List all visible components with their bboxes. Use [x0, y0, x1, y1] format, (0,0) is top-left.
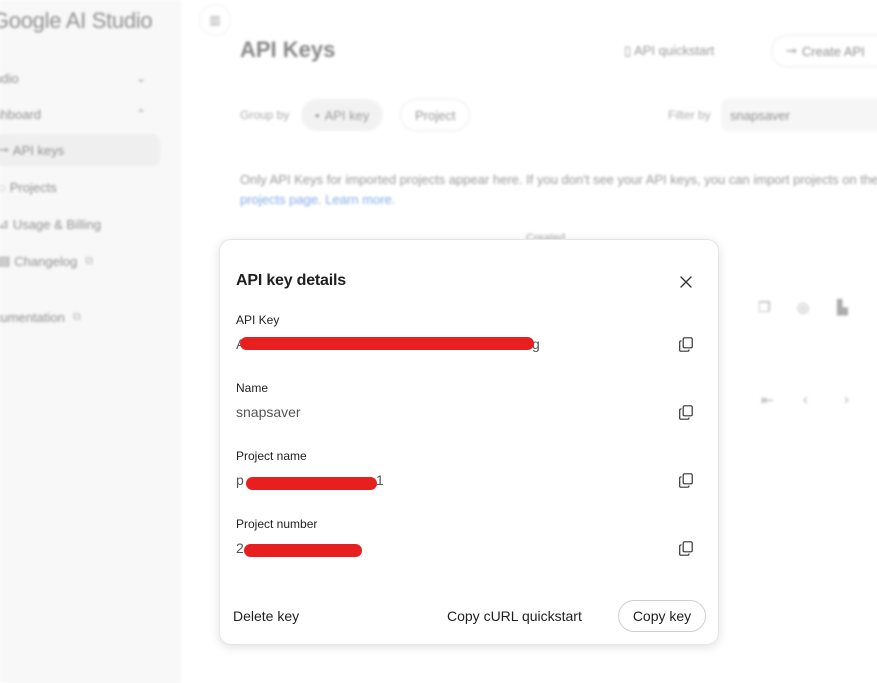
chevron-down-icon: ⌄: [135, 71, 146, 85]
close-button[interactable]: [672, 268, 700, 296]
copy-api-key-button[interactable]: [674, 332, 698, 356]
filter-input[interactable]: snapsaver: [721, 98, 877, 132]
copy-key-button[interactable]: Copy key: [618, 600, 706, 632]
api-quickstart-link[interactable]: ▯ API quickstart: [624, 43, 714, 59]
redaction-mark: [246, 477, 377, 490]
project-number-label: Project number: [236, 517, 318, 531]
group-by-label: Group by: [240, 108, 290, 122]
redaction-mark: [244, 544, 362, 557]
copy-icon: [679, 472, 693, 488]
sidebar-item-dashboard[interactable]: shboard ⌃: [0, 98, 160, 130]
projects-icon: ◌: [0, 179, 6, 195]
chart-icon: ⊿: [0, 216, 9, 231]
sidebar-item-documentation[interactable]: cumentation ⧉: [0, 301, 160, 333]
prev-page-icon[interactable]: ‹: [803, 391, 808, 408]
sidebar-item-projects[interactable]: ◌ Projects: [0, 171, 160, 203]
api-key-label: API Key: [236, 313, 280, 327]
chevron-up-icon: ⌃: [135, 107, 146, 121]
project-name-label: Project name: [236, 449, 307, 463]
first-page-icon[interactable]: ⇤: [761, 391, 774, 409]
sidebar-toggle-button[interactable]: ▥: [199, 4, 231, 36]
globe-icon[interactable]: ◎: [797, 299, 809, 316]
copy-icon: [679, 540, 693, 556]
name-value: snapsaver: [236, 404, 301, 420]
key-icon: ⊸: [0, 142, 9, 157]
project-name-value: p: [236, 472, 244, 488]
next-page-icon[interactable]: ›: [844, 391, 849, 408]
copy-project-name-button[interactable]: [674, 468, 698, 492]
sidebar-item-changelog[interactable]: ▤ Changelog ⧉: [0, 245, 160, 277]
page-title: API Keys: [240, 37, 336, 62]
copy-icon[interactable]: ❐: [758, 299, 771, 316]
close-icon: [680, 276, 692, 288]
copy-icon: [679, 404, 693, 420]
projects-page-link[interactable]: projects page.: [240, 192, 322, 207]
project-name-value-end: 1: [376, 472, 384, 488]
sidebar-item-usage-billing[interactable]: ⊿ Usage & Billing: [0, 208, 160, 240]
usage-chart-icon[interactable]: ▙: [837, 299, 848, 316]
document-icon: ▤: [0, 253, 11, 268]
document-icon: ▯: [624, 43, 632, 58]
project-number-value: 2: [236, 540, 244, 556]
sidebar-item-studio[interactable]: udio ⌄: [0, 62, 160, 94]
external-link-icon: ⧉: [72, 310, 81, 323]
group-by-api-key-chip[interactable]: • API key: [301, 99, 384, 131]
key-icon: ⊸: [786, 43, 797, 58]
api-key-details-dialog: API key details API Key A g Name snapsav…: [219, 239, 719, 645]
dot-icon: •: [315, 107, 320, 123]
delete-key-button[interactable]: Delete key: [233, 600, 299, 632]
external-link-icon: ⧉: [85, 254, 94, 267]
name-label: Name: [236, 381, 269, 395]
copy-curl-quickstart-button[interactable]: Copy cURL quickstart: [447, 600, 582, 632]
copy-name-button[interactable]: [674, 400, 698, 424]
brand-logo: Google AI Studio: [0, 8, 153, 33]
dialog-title: API key details: [236, 272, 346, 289]
panel-toggle-icon: ▥: [209, 13, 221, 27]
redaction-mark: [240, 337, 534, 350]
copy-project-number-button[interactable]: [674, 536, 698, 560]
copy-icon: [679, 336, 693, 352]
group-by-project-chip[interactable]: Project: [400, 99, 471, 131]
sidebar-item-api-keys[interactable]: ⊸ API keys: [0, 134, 160, 166]
sidebar: Google AI Studio udio ⌄ shboard ⌃ ⊸ API …: [0, 0, 181, 683]
info-text: Only API Keys for imported projects appe…: [240, 172, 877, 207]
create-api-key-button[interactable]: ⊸ Create API: [771, 35, 877, 67]
learn-more-link[interactable]: Learn more.: [325, 192, 395, 207]
filter-by-label: Filter by: [668, 108, 711, 122]
